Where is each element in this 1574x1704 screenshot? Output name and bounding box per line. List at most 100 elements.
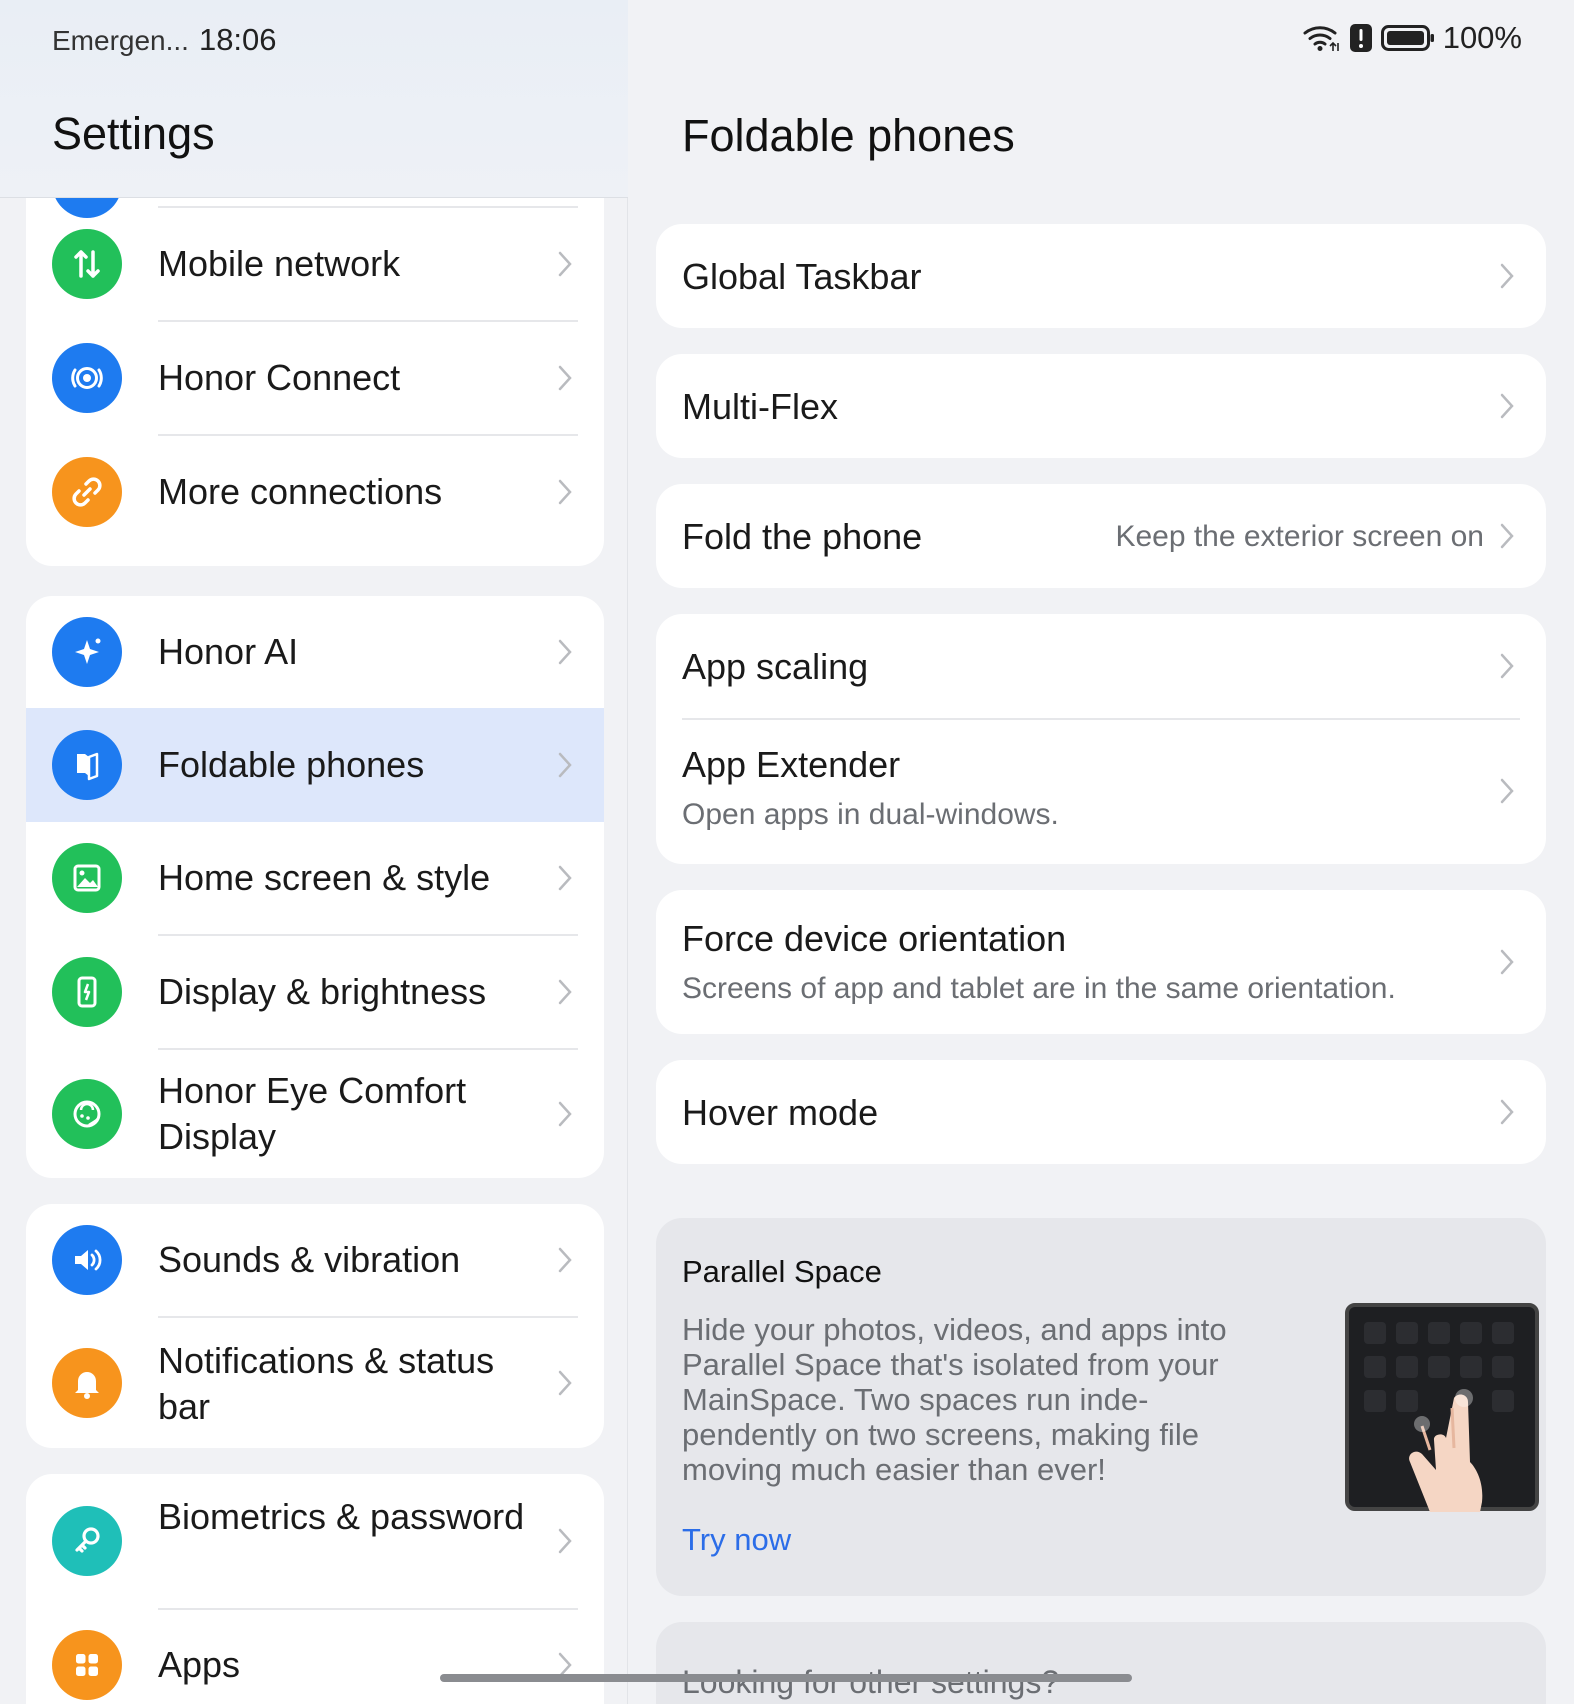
status-bar-right: 100% — [1303, 20, 1522, 56]
sidebar-item-more-connections[interactable]: More connections — [26, 436, 604, 548]
sidebar-item-home-screen[interactable]: Home screen & style — [26, 822, 604, 934]
chevron-right-icon — [558, 479, 572, 505]
try-now-link[interactable]: Try now — [682, 1522, 791, 1558]
settings-list-pane: Mobile network Honor Connect More connec… — [0, 0, 628, 1704]
sidebar-item-eye-comfort[interactable]: Honor Eye Comfort Display — [26, 1050, 604, 1178]
features-card: Honor AI Foldable phones Home screen & s… — [26, 596, 604, 1178]
app-extender-label: App Extender — [682, 744, 901, 785]
chevron-right-icon — [1500, 949, 1514, 975]
sidebar-item-honor-connect[interactable]: Honor Connect — [26, 322, 604, 434]
fold-phone-label: Fold the phone — [682, 516, 923, 557]
chevron-right-icon — [558, 1247, 572, 1273]
global-taskbar-item[interactable]: Global Taskbar — [656, 224, 1546, 328]
sidebar-item-label: More connections — [158, 471, 443, 512]
fold-phone-item[interactable]: Fold the phone Keep the exterior screen … — [656, 484, 1546, 588]
promo-title: Parallel Space — [682, 1254, 882, 1289]
sidebar-item-label: Notifications & status bar — [158, 1340, 495, 1427]
settings-list[interactable]: Mobile network Honor Connect More connec… — [0, 198, 628, 1704]
alert-notification-icon — [1349, 24, 1372, 52]
left-header: Emergen... 18:06 Settings — [0, 0, 628, 198]
speaker-icon — [52, 1225, 122, 1295]
sound-notify-card: Sounds & vibration Notifications & statu… — [26, 1204, 604, 1448]
link-icon — [52, 457, 122, 527]
app-display-card: App scaling App Extender Open apps in du… — [656, 614, 1546, 864]
connectivity-card: Mobile network Honor Connect More connec… — [26, 198, 604, 566]
app-extender-item[interactable]: App Extender Open apps in dual-windows. — [656, 720, 1546, 864]
sidebar-item-label: Biometrics & password — [158, 1496, 525, 1537]
battery-icon — [1380, 25, 1434, 51]
chevron-right-icon — [558, 365, 572, 391]
eye-comfort-icon — [52, 1079, 122, 1149]
force-orientation-item[interactable]: Force device orientation Screens of app … — [656, 890, 1546, 1034]
promo-description: Hide your photos, videos, and apps into … — [682, 1312, 1227, 1487]
sidebar-item-foldable-phones[interactable]: Foldable phones — [26, 708, 604, 822]
foldable-icon — [52, 730, 122, 800]
multi-flex-card: Multi-Flex — [656, 354, 1546, 458]
chevron-right-icon — [558, 639, 572, 665]
chevron-right-icon — [558, 865, 572, 891]
detail-title: Foldable phones — [682, 110, 1015, 161]
mobile-network-icon — [52, 229, 122, 299]
global-taskbar-label: Global Taskbar — [682, 256, 922, 297]
status-bar-left: Emergen... 18:06 — [52, 22, 277, 58]
key-icon — [52, 1506, 122, 1576]
security-card: Biometrics & password Apps — [26, 1474, 604, 1704]
fold-phone-card: Fold the phone Keep the exterior screen … — [656, 484, 1546, 588]
chevron-right-icon — [1500, 778, 1514, 804]
sidebar-item-label: Display & brightness — [158, 971, 487, 1012]
fold-phone-value: Keep the exterior screen on — [1115, 520, 1484, 553]
app-extender-subtitle: Open apps in dual-windows. — [682, 798, 1059, 831]
force-orientation-subtitle: Screens of app and tablet are in the sam… — [682, 972, 1396, 1005]
sidebar-item-sounds[interactable]: Sounds & vibration — [26, 1204, 604, 1316]
sidebar-item-apps[interactable]: Apps — [26, 1610, 604, 1704]
parallel-space-promo: Parallel Space Hide your photos, videos,… — [656, 1218, 1546, 1596]
wifi-icon — [1303, 26, 1339, 51]
chevron-right-icon — [558, 1101, 572, 1127]
other-settings-card[interactable]: Looking for other settings? — [656, 1622, 1546, 1704]
image-icon — [52, 843, 122, 913]
force-orientation-card: Force device orientation Screens of app … — [656, 890, 1546, 1034]
chevron-right-icon — [1500, 263, 1514, 289]
chevron-right-icon — [558, 1528, 572, 1554]
page-title: Settings — [52, 108, 215, 159]
chevron-right-icon — [1500, 393, 1514, 419]
chevron-right-icon — [1500, 1099, 1514, 1125]
emergency-calls-text: Emergen... — [52, 25, 189, 56]
chevron-right-icon — [558, 752, 572, 778]
chevron-right-icon — [558, 251, 572, 277]
detail-pane: 100% Foldable phones Global Taskbar Mult… — [629, 0, 1574, 1704]
sidebar-item-label: Mobile network — [158, 243, 401, 284]
battery-percentage: 100% — [1442, 20, 1522, 55]
sidebar-item-mobile-network[interactable]: Mobile network — [26, 208, 604, 320]
sidebar-item-notifications[interactable]: Notifications & status bar — [26, 1318, 604, 1448]
parallel-space-illustration — [1345, 1303, 1539, 1512]
sidebar-item-display-brightness[interactable]: Display & brightness — [26, 936, 604, 1048]
honor-connect-icon — [52, 343, 122, 413]
multi-flex-label: Multi-Flex — [682, 386, 839, 427]
sidebar-item-label: Honor Connect — [158, 357, 401, 398]
sidebar-item-label: Honor Eye Comfort Display — [158, 1070, 467, 1157]
sidebar-item-biometrics[interactable]: Biometrics & password — [26, 1474, 604, 1608]
sidebar-item-honor-ai[interactable]: Honor AI — [26, 596, 604, 708]
clock: 18:06 — [198, 22, 277, 57]
sidebar-item-label: Sounds & vibration — [158, 1239, 461, 1280]
chevron-right-icon — [558, 979, 572, 1005]
app-scaling-item[interactable]: App scaling — [656, 614, 1546, 718]
hover-mode-item[interactable]: Hover mode — [656, 1060, 1546, 1164]
chevron-right-icon — [558, 1370, 572, 1396]
multi-flex-item[interactable]: Multi-Flex — [656, 354, 1546, 458]
screen: Mobile network Honor Connect More connec… — [0, 0, 1574, 1704]
chevron-right-icon — [1500, 653, 1514, 679]
sidebar-item-label: Honor AI — [158, 631, 299, 672]
force-orientation-label: Force device orientation — [682, 918, 1067, 959]
sidebar-item-label: Foldable phones — [158, 744, 425, 785]
apps-grid-icon — [52, 1630, 122, 1700]
bell-icon — [52, 1348, 122, 1418]
sidebar-item-label: Home screen & style — [158, 857, 491, 898]
home-indicator[interactable] — [440, 1674, 1132, 1682]
app-scaling-label: App scaling — [682, 646, 869, 687]
display-icon — [52, 957, 122, 1027]
chevron-right-icon — [1500, 523, 1514, 549]
sparkle-icon — [52, 617, 122, 687]
hover-mode-label: Hover mode — [682, 1092, 879, 1133]
